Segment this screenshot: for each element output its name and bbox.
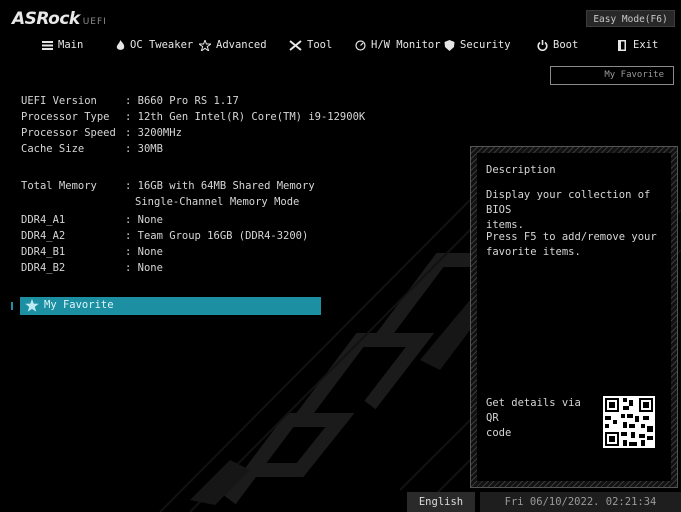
uefi-version-label: UEFI Version: [21, 95, 97, 107]
ddr4-b1-label: DDR4_B1: [21, 246, 66, 258]
processor-speed-value: : 3200MHz: [125, 127, 182, 139]
tab-hw-monitor-label: H/W Monitor: [371, 39, 441, 51]
cache-size-label: Cache Size: [21, 143, 85, 155]
description-text: Display your collection of BIOS items.: [486, 189, 651, 231]
selection-marker: [11, 302, 13, 310]
description-hint: Press F5 to add/remove your favorite ite…: [486, 231, 657, 258]
tab-exit-label: Exit: [633, 39, 659, 51]
description-panel-inner: Description Display your collection of B…: [477, 153, 671, 481]
ddr4-a2-value: : Team Group 16GB (DDR4-3200): [125, 230, 309, 242]
tab-oc-tweaker-label: OC Tweaker: [130, 39, 194, 51]
asrock-logo: ASRock UEFI: [12, 9, 107, 29]
tab-main-label: Main: [58, 39, 84, 51]
favorite-star-icon: [25, 299, 39, 312]
processor-speed-label: Processor Speed: [21, 127, 116, 139]
shield-icon: [444, 39, 455, 51]
cache-size-value: : 30MB: [125, 143, 163, 155]
processor-type-label: Processor Type: [21, 111, 110, 123]
description-panel: Description Display your collection of B…: [470, 146, 678, 488]
star-icon: [199, 39, 211, 51]
tab-tool[interactable]: Tool: [289, 38, 332, 52]
tab-main[interactable]: Main: [42, 38, 83, 52]
monitor-icon: [355, 39, 366, 51]
total-memory-label: Total Memory: [21, 180, 97, 192]
tab-security[interactable]: Security: [444, 38, 511, 52]
easy-mode-button[interactable]: Easy Mode(F6): [586, 10, 675, 27]
ddr4-a1-label: DDR4_A1: [21, 214, 66, 226]
language-button[interactable]: English: [407, 492, 475, 512]
tab-boot[interactable]: Boot: [537, 38, 578, 52]
power-icon: [537, 39, 548, 51]
total-memory-value: : 16GB with 64MB Shared Memory: [125, 180, 315, 192]
ddr4-a2-label: DDR4_A2: [21, 230, 66, 242]
ddr4-a1-value: : None: [125, 214, 163, 226]
logo-subtitle: UEFI: [82, 17, 107, 27]
my-favorite-item-label: My Favorite: [44, 299, 114, 311]
qr-code: [603, 396, 655, 448]
datetime-display: Fri 06/10/2022. 02:21:34: [480, 492, 681, 512]
ddr4-b2-value: : None: [125, 262, 163, 274]
tab-security-label: Security: [460, 39, 511, 51]
memory-mode-value: Single-Channel Memory Mode: [135, 196, 300, 208]
tab-advanced-label: Advanced: [216, 39, 267, 51]
exit-icon: [618, 39, 626, 51]
qr-caption: Get details via QR code: [486, 397, 581, 439]
tab-oc-tweaker[interactable]: OC Tweaker: [116, 38, 193, 52]
list-icon: [42, 40, 53, 50]
description-title: Description: [486, 164, 556, 176]
tab-boot-label: Boot: [553, 39, 579, 51]
tab-advanced[interactable]: Advanced: [199, 38, 267, 52]
my-favorite-button[interactable]: My Favorite: [550, 66, 674, 85]
wrench-icon: [289, 39, 302, 51]
ddr4-b1-value: : None: [125, 246, 163, 258]
tab-tool-label: Tool: [307, 39, 333, 51]
logo-text: ASRock: [12, 9, 80, 29]
flame-icon: [116, 39, 125, 50]
uefi-version-value: : B660 Pro RS 1.17: [125, 95, 239, 107]
ddr4-b2-label: DDR4_B2: [21, 262, 66, 274]
main-menu: Main OC Tweaker Advanced Tool H/W Monito…: [0, 34, 681, 56]
processor-type-value: : 12th Gen Intel(R) Core(TM) i9-12900K: [125, 111, 366, 123]
tab-exit[interactable]: Exit: [618, 38, 658, 52]
tab-hw-monitor[interactable]: H/W Monitor: [355, 38, 441, 52]
